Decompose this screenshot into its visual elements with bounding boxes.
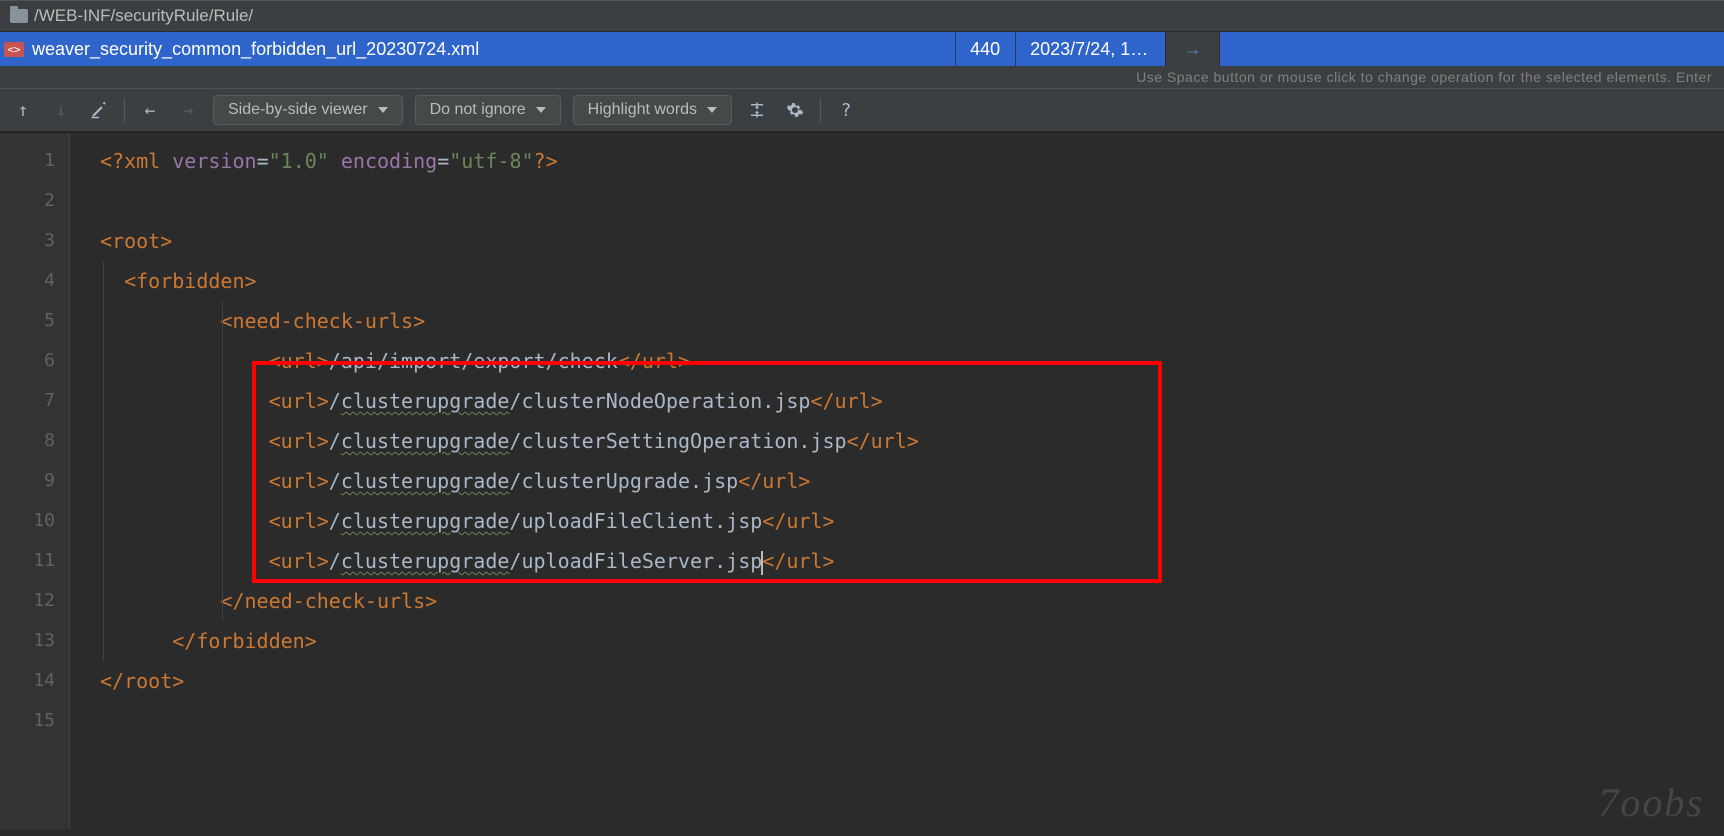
gear-icon[interactable]: [782, 97, 808, 123]
code-line: <url>/clusterupgrade/uploadFileServer.js…: [100, 541, 1724, 581]
line-number: 8: [0, 421, 55, 461]
code-line: [100, 701, 1724, 741]
viewer-mode-dropdown[interactable]: Side-by-side viewer: [213, 95, 403, 125]
code-line: [100, 181, 1724, 221]
arrow-up-icon[interactable]: ↑: [10, 97, 36, 123]
code-line: <need-check-urls>: [100, 301, 1724, 341]
empty-cell: [1219, 32, 1724, 66]
line-number: 11: [0, 541, 55, 581]
file-date-cell: 2023/7/24, 1…: [1015, 32, 1165, 66]
folder-icon: [10, 9, 28, 23]
code-line: </need-check-urls>: [100, 581, 1724, 621]
code-line: <url>/clusterupgrade/clusterNodeOperatio…: [100, 381, 1724, 421]
line-number: 14: [0, 661, 55, 701]
chevron-down-icon: [707, 107, 717, 113]
arrow-right-icon[interactable]: →: [1165, 32, 1219, 66]
code-line: <root>: [100, 221, 1724, 261]
highlight-label: Highlight words: [588, 101, 697, 119]
line-number: 13: [0, 621, 55, 661]
back-arrow-icon[interactable]: ←: [137, 97, 163, 123]
ignore-dropdown[interactable]: Do not ignore: [415, 95, 561, 125]
code-line: <url>/clusterupgrade/uploadFileClient.js…: [100, 501, 1724, 541]
xml-file-icon: <>: [0, 42, 28, 57]
help-icon[interactable]: ?: [833, 97, 859, 123]
line-number: 3: [0, 221, 55, 261]
breadcrumb-path[interactable]: /WEB-INF/securityRule/Rule/: [34, 6, 253, 26]
diff-toolbar: ↑ ↓ ← → Side-by-side viewer Do not ignor…: [0, 88, 1724, 132]
line-number: 10: [0, 501, 55, 541]
top-area: /WEB-INF/securityRule/Rule/ <> weaver_se…: [0, 0, 1724, 133]
line-number: 2: [0, 181, 55, 221]
file-size-cell: 440: [955, 32, 1015, 66]
line-gutter: 1 2 3 4 5 6 7 8 9 10 11 12 13 14 15: [0, 133, 70, 829]
forward-arrow-icon[interactable]: →: [175, 97, 201, 123]
line-number: 15: [0, 701, 55, 741]
breadcrumb-bar: /WEB-INF/securityRule/Rule/: [0, 0, 1724, 32]
code-line: <forbidden>: [100, 261, 1724, 301]
code-line: <url>/clusterupgrade/clusterUpgrade.jsp<…: [100, 461, 1724, 501]
line-number: 1: [0, 141, 55, 181]
file-row[interactable]: <> weaver_security_common_forbidden_url_…: [0, 32, 1724, 66]
line-number: 12: [0, 581, 55, 621]
collapse-icon[interactable]: [744, 97, 770, 123]
chevron-down-icon: [378, 107, 388, 113]
line-number: 4: [0, 261, 55, 301]
chevron-down-icon: [536, 107, 546, 113]
highlight-dropdown[interactable]: Highlight words: [573, 95, 732, 125]
code-line: </forbidden>: [100, 621, 1724, 661]
code-line: <?xml version="1.0" encoding="utf-8"?>: [100, 141, 1724, 181]
ignore-label: Do not ignore: [430, 101, 526, 119]
viewer-mode-label: Side-by-side viewer: [228, 101, 368, 119]
code-line: <url>/api/import/export/check</url>: [100, 341, 1724, 381]
separator: [124, 98, 125, 122]
code-editor[interactable]: 1 2 3 4 5 6 7 8 9 10 11 12 13 14 15 <?xm…: [0, 133, 1724, 829]
code-line: </root>: [100, 661, 1724, 701]
hint-bar: Use Space button or mouse click to chang…: [0, 66, 1724, 88]
file-name: weaver_security_common_forbidden_url_202…: [28, 39, 479, 60]
line-number: 9: [0, 461, 55, 501]
edit-icon[interactable]: [86, 97, 112, 123]
arrow-down-icon[interactable]: ↓: [48, 97, 74, 123]
code-area[interactable]: <?xml version="1.0" encoding="utf-8"?> <…: [70, 133, 1724, 829]
line-number: 5: [0, 301, 55, 341]
line-number: 6: [0, 341, 55, 381]
separator: [820, 98, 821, 122]
line-number: 7: [0, 381, 55, 421]
code-line: <url>/clusterupgrade/clusterSettingOpera…: [100, 421, 1724, 461]
